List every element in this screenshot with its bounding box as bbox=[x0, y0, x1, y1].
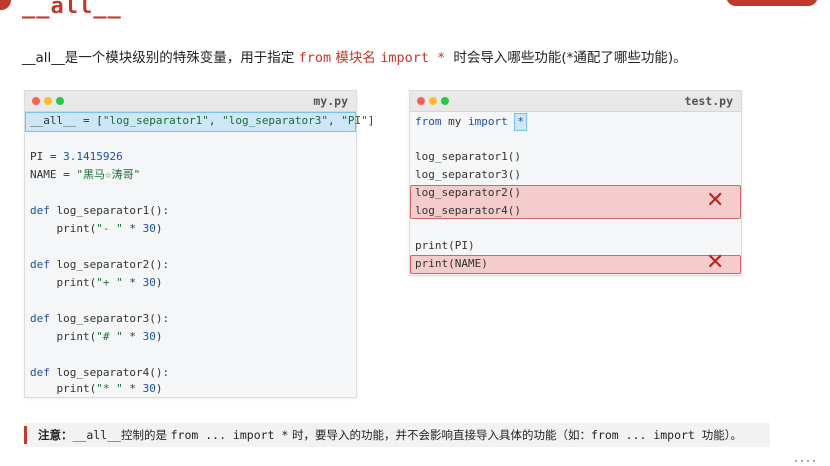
intro-from-keyword: from bbox=[298, 50, 332, 66]
resize-grip-icon bbox=[795, 447, 819, 466]
code-line-all: __all__ = ["log_separator1", "log_separa… bbox=[30, 114, 375, 127]
intro-part2: 时会导入哪些功能(*通配了哪些功能)。 bbox=[453, 50, 687, 66]
intro-star: * bbox=[428, 50, 454, 66]
code-line-def3: def log_separator3(): bbox=[30, 312, 170, 325]
close-dot-icon bbox=[417, 97, 425, 105]
code-line-name: NAME = "黑马☆涛哥" bbox=[30, 168, 141, 181]
code-line-pi: PI = 3.1415926 bbox=[30, 150, 123, 163]
maximize-dot-icon bbox=[56, 97, 64, 105]
code-line-print4: print("* " * 30) bbox=[30, 382, 163, 395]
code-line-print2: print("+ " * 30) bbox=[30, 276, 163, 289]
my-py-filename: my.py bbox=[313, 94, 348, 108]
code-line-call3: log_separator3() bbox=[415, 168, 521, 181]
intro-module: 模块名 bbox=[331, 50, 381, 66]
error-x-icon: ✕ bbox=[706, 250, 725, 275]
error-x-icon: ✕ bbox=[706, 188, 725, 213]
code-line-call4: log_separator4() bbox=[415, 204, 521, 217]
code-line-print3: print("# " * 30) bbox=[30, 330, 163, 343]
maximize-dot-icon bbox=[441, 97, 449, 105]
note-box: 注意：__all__控制的是 from ... import * 时，要导入的功… bbox=[24, 423, 770, 447]
note-accent-bar bbox=[24, 426, 27, 444]
code-line-call2: log_separator2() bbox=[415, 186, 521, 199]
my-py-titlebar: my.py bbox=[25, 91, 356, 112]
code-line-print1: print("- " * 30) bbox=[30, 222, 163, 235]
intro-import-keyword: import bbox=[380, 50, 429, 66]
my-py-window: my.py __all__ = ["log_separator1", "log_… bbox=[24, 90, 374, 398]
test-py-titlebar: test.py bbox=[410, 91, 741, 112]
code-line-import: from my import * bbox=[415, 113, 527, 131]
intro-part1: __all__是一个模块级别的特殊变量，用于指定 bbox=[22, 50, 299, 66]
minimize-dot-icon bbox=[429, 97, 437, 105]
test-py-filename: test.py bbox=[684, 94, 733, 108]
code-line-def1: def log_separator1(): bbox=[30, 204, 170, 217]
code-line-print-pi: print(PI) bbox=[415, 239, 475, 252]
header-tab-decoration bbox=[726, 0, 818, 6]
code-line-call1: log_separator1() bbox=[415, 150, 521, 163]
code-line-def4: def log_separator4(): bbox=[30, 366, 170, 379]
page-title: __all__ bbox=[22, 0, 122, 19]
intro-text: __all__是一个模块级别的特殊变量，用于指定 from 模块名 import… bbox=[22, 46, 687, 66]
code-line-print-name: print(NAME) bbox=[415, 257, 488, 270]
code-line-def2: def log_separator2(): bbox=[30, 258, 170, 271]
corner-decoration bbox=[0, 0, 11, 10]
test-py-window: test.py from my import * log_separator1(… bbox=[409, 90, 742, 276]
import-star-highlight: * bbox=[514, 113, 527, 131]
note-text: 注意：__all__控制的是 from ... import * 时，要导入的功… bbox=[38, 428, 743, 442]
close-dot-icon bbox=[32, 97, 40, 105]
minimize-dot-icon bbox=[44, 97, 52, 105]
